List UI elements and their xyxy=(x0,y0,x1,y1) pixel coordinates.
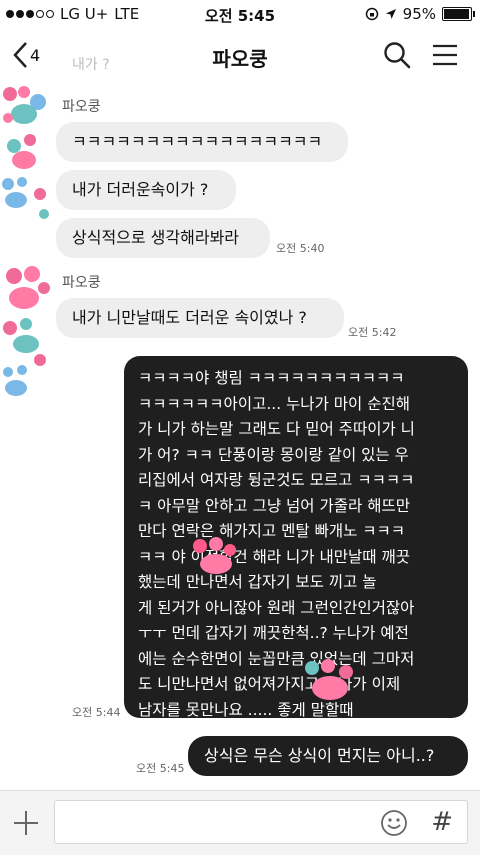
message-line: 만다 연락은 해가지고 멘탈 빠개노 ㅋㅋㅋ xyxy=(138,522,406,540)
message-line: ㅋㅋㅋㅋ야 챙림 ㅋㅋㅋㅋㅋㅋㅋㅋㅋㅋㅋ xyxy=(138,369,405,387)
search-icon[interactable] xyxy=(382,40,412,70)
paw-sticker-icon xyxy=(3,266,50,396)
message-time: 오전 5:44 xyxy=(72,706,121,719)
message-line: 가 어? ㅋㅋ 단풍이랑 몽이랑 같이 있는 우 xyxy=(138,445,409,464)
message-line: ㅜㅜ 먼데 갑자기 깨끗한척..? 누나가 예전 xyxy=(138,624,409,642)
input-bar: # xyxy=(0,790,480,855)
incoming-bubble[interactable]: ㅋㅋㅋㅋㅋㅋㅋㅋㅋㅋㅋㅋㅋㅋㅋㅋㅋ xyxy=(56,122,348,162)
hashtag-icon[interactable]: # xyxy=(431,807,453,837)
sender-name: 파오쿵 xyxy=(62,99,101,115)
paw-sticker-icon xyxy=(193,537,236,574)
sender-name: 파오쿵 xyxy=(62,275,101,291)
outgoing-bubble[interactable]: 상식은 무슨 상식이 먼지는 아니..? xyxy=(188,736,468,776)
message-line: 도 니만나면서 없어져가지고 누나가 이제 xyxy=(138,675,401,693)
message-line: ㅋㅋㅋㅋㅋㅋ아이고... 누나가 마이 순진해 xyxy=(138,394,410,413)
battery-percent: 95% xyxy=(402,5,436,23)
message-line: 남자를 못만나요 ..... 좋게 말할때 xyxy=(138,700,354,719)
incoming-bubble[interactable]: 상식적으로 생각해라봐라 xyxy=(56,218,270,258)
message-line: ㅋ 아무말 안하고 그냥 넘어 가줄라 해뜨만 xyxy=(138,496,410,515)
paw-sticker-icon xyxy=(2,86,49,219)
status-bar: LG U+ LTE 오전 5:45 95% xyxy=(0,0,480,28)
paw-sticker-icon xyxy=(305,659,353,700)
message-line: 했는데 만나면서 갑자기 보도 끼고 놀 xyxy=(138,573,377,591)
faded-message: 내가 ? xyxy=(72,57,110,73)
message-line: ㅋㅋ 야 이정할건 해라 니가 내만날때 깨끗 xyxy=(138,547,410,566)
battery-icon xyxy=(442,7,475,21)
message-line: 에는 순수한면이 눈꼽만큼 있었는데 그마저 xyxy=(138,649,415,668)
incoming-bubble[interactable]: 내가 니만날때도 더러운 속이였나 ? xyxy=(56,298,344,338)
message-line: 리집에서 여자랑 뒹군것도 모르고 ㅋㅋㅋㅋ xyxy=(138,471,415,489)
emoticon-icon[interactable] xyxy=(379,808,409,838)
message-time: 오전 5:45 xyxy=(136,762,185,775)
message-time: 오전 5:40 xyxy=(276,242,325,255)
message-line: 가 니가 하는말 그래도 다 믿어 주따이가 니 xyxy=(138,420,415,438)
outgoing-bubble[interactable]: ㅋㅋㅋㅋ야 챙림 ㅋㅋㅋㅋㅋㅋㅋㅋㅋㅋㅋ ㅋㅋㅋㅋㅋㅋ아이고... 누나가 마이… xyxy=(124,356,468,719)
incoming-bubble[interactable]: 내가 더러운속이가 ? xyxy=(56,170,236,210)
message-line: 게 된거가 아니잖아 원래 그런인간인거잖아 xyxy=(138,598,415,617)
message-input[interactable]: # xyxy=(54,800,468,844)
plus-icon[interactable] xyxy=(10,807,42,839)
message-time: 오전 5:42 xyxy=(348,326,397,339)
menu-icon[interactable] xyxy=(430,40,460,70)
status-right: 95% xyxy=(365,5,475,23)
message-list[interactable]: 내가 ? 파오쿵 ㅋㅋㅋㅋㅋㅋㅋㅋㅋㅋㅋㅋㅋㅋㅋㅋㅋ 내가 더러운속이가 ? 상… xyxy=(0,57,480,790)
avatar[interactable] xyxy=(0,264,54,404)
rotation-lock-icon xyxy=(365,7,378,21)
location-arrow-icon xyxy=(385,9,396,19)
avatar[interactable] xyxy=(0,84,54,224)
